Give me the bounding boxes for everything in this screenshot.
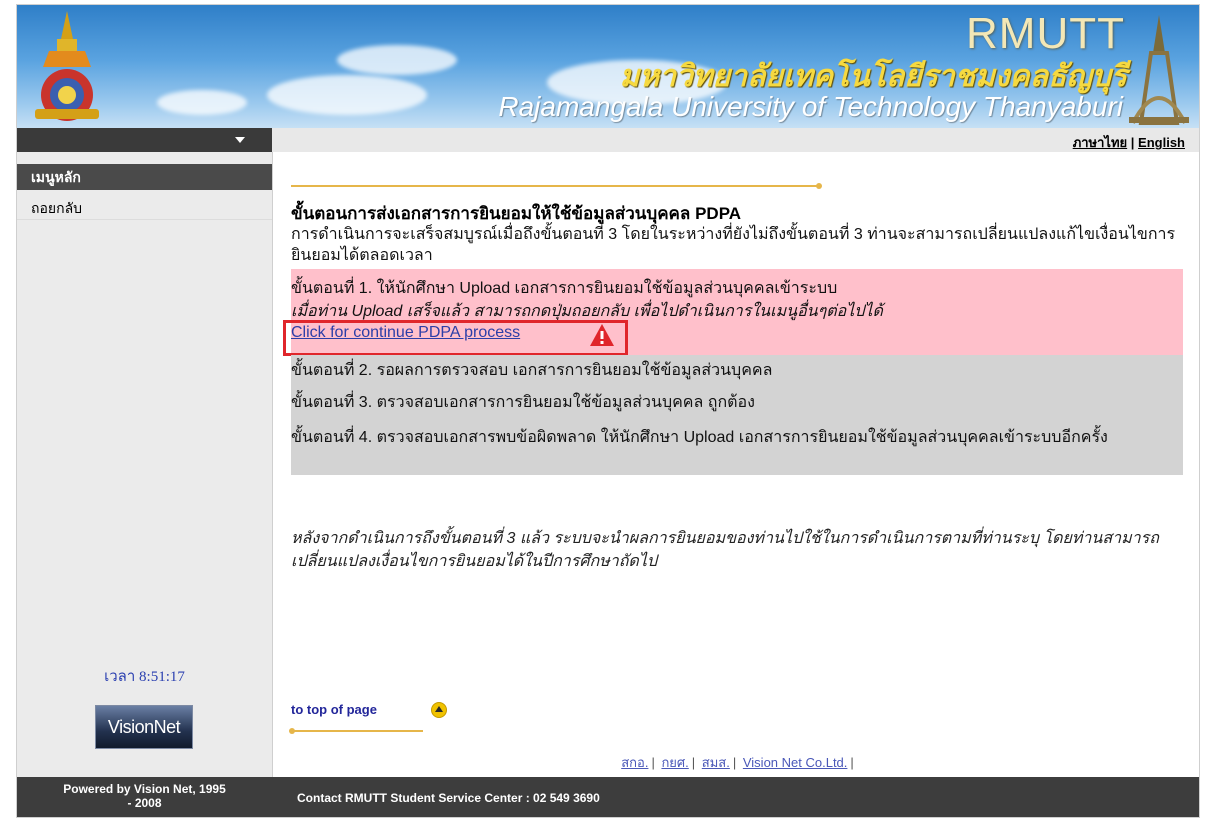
up-arrow-icon[interactable] [431, 702, 447, 718]
decorative-dot-bottom [289, 728, 295, 734]
step-1-text: ขั้นตอนที่ 1. ให้นักศึกษา Upload เอกสารก… [291, 280, 838, 297]
sidebar-item-back[interactable]: ถอยกลับ [17, 196, 272, 220]
powered-by-line-1: Powered by Vision Net, 1995 [63, 782, 226, 796]
step-3-panel: ขั้นตอนที่ 3. ตรวจสอบเอกสารการยินยอมใช้ข… [291, 387, 1183, 419]
post-step-note: หลังจากดำเนินการถึงขั้นตอนที่ 3 แล้ว ระบ… [291, 530, 1159, 570]
main-menu-title: เมนูหลัก [17, 164, 272, 190]
language-bar: ภาษาไทย | English [272, 128, 1199, 153]
powered-by: Powered by Vision Net, 1995 - 2008 [17, 782, 272, 810]
to-top-link[interactable]: to top of page [291, 702, 377, 717]
clock-display: เวลา 8:51:17 [104, 669, 185, 685]
step-2-panel: ขั้นตอนที่ 2. รอผลการตรวจสอบ เอกสารการยิ… [291, 355, 1183, 387]
university-english-name: Rajamangala University of Technology Tha… [498, 91, 1123, 122]
footer-link-sko[interactable]: สกอ. [621, 755, 648, 770]
powered-by-line-2: - 2008 [127, 796, 162, 810]
main-content: ขั้นตอนการส่งเอกสารการยินยอมให้ใช้ข้อมูล… [273, 152, 1199, 777]
tower-emblem-logo [1129, 15, 1189, 125]
footer-links: สกอ. | กยศ. | สมส. | Vision Net Co.Ltd. | [621, 755, 854, 770]
decorative-dot [816, 183, 822, 189]
footer-link-kyos[interactable]: กยศ. [661, 755, 688, 770]
sidebar: เมนูหลัก ถอยกลับ เวลา 8:51:17 VisionNet [17, 152, 273, 777]
page-frame: RMUTT มหาวิทยาลัยเทคโนโลยีราชมงคลธัญบุรี… [17, 5, 1199, 817]
header-banner: RMUTT มหาวิทยาลัยเทคโนโลยีราชมงคลธัญบุรี… [17, 5, 1199, 128]
step-4-panel: ขั้นตอนที่ 4. ตรวจสอบเอกสารพบข้อผิดพลาด … [291, 419, 1183, 475]
footer-bar: Powered by Vision Net, 1995 - 2008 Conta… [17, 777, 1199, 817]
decorative-line [291, 185, 819, 187]
highlight-box [283, 320, 628, 356]
university-crest-logo [35, 11, 99, 121]
footer-link-visionnet[interactable]: Vision Net Co.Ltd. [743, 755, 848, 770]
lang-thai-link[interactable]: ภาษาไทย [1073, 135, 1127, 150]
nav-dropdown-area[interactable] [17, 128, 272, 152]
brand-abbrev: RMUTT [966, 9, 1125, 58]
nav-bar: ภาษาไทย | English [17, 128, 1199, 153]
visionnet-button[interactable]: VisionNet [95, 705, 193, 749]
page-title: ขั้นตอนการส่งเอกสารการยินยอมให้ใช้ข้อมูล… [291, 204, 742, 223]
contact-info: Contact RMUTT Student Service Center : 0… [297, 791, 600, 805]
page-description: การดำเนินการจะเสร็จสมบูรณ์เมื่อถึงขั้นตอ… [291, 226, 1176, 264]
dropdown-arrow-icon[interactable] [235, 137, 245, 143]
footer-link-smos[interactable]: สมส. [702, 755, 730, 770]
decorative-line-bottom [291, 730, 423, 732]
lang-separator: | [1130, 135, 1135, 150]
lang-english-link[interactable]: English [1138, 135, 1185, 150]
language-switcher: ภาษาไทย | English [1073, 132, 1185, 153]
